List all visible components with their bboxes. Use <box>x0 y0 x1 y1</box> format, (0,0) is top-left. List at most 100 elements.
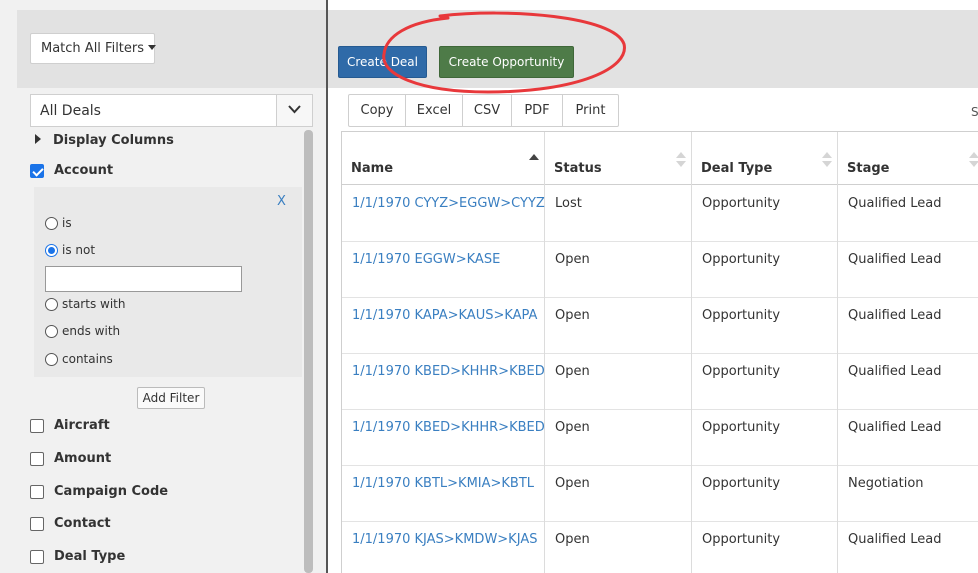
deal-type-checkbox[interactable] <box>30 549 44 564</box>
table-row[interactable]: 1/1/1970 KJAS>KMDW>KJAS Open Opportunity Qu… <box>342 522 978 573</box>
chevron-down-icon <box>288 105 301 114</box>
operator-label: is not <box>62 243 96 257</box>
operator-option-ends-with[interactable]: ends with <box>45 324 120 338</box>
filter-field-aircraft[interactable]: Aircraft <box>30 418 110 433</box>
operator-option-starts-with[interactable]: starts with <box>45 297 125 311</box>
campaign-code-checkbox[interactable] <box>30 484 44 499</box>
table-row[interactable]: 1/1/1970 KAPA>KAUS>KAPA Open Opportunity Qu… <box>342 298 978 354</box>
deal-name-link[interactable]: 1/1/1970 KAPA>KAUS>KAPA <box>352 308 537 323</box>
deal-name-link[interactable]: 1/1/1970 KBTL>KMIA>KBTL <box>352 476 534 491</box>
deal-type-cell: Opportunity <box>702 364 781 379</box>
operator-option-contains[interactable]: contains <box>45 352 113 366</box>
account-checkbox[interactable] <box>30 163 44 178</box>
stage-cell: Qualified Lead <box>838 242 978 298</box>
status-cell: Open <box>555 252 590 267</box>
status-cell: Open <box>545 410 692 466</box>
radio-ends-with[interactable] <box>45 324 58 338</box>
column-header-deal-type[interactable]: Deal Type <box>692 132 838 188</box>
status-cell: Open <box>555 308 590 323</box>
radio-is-not[interactable] <box>45 243 58 257</box>
sort-icon <box>822 152 832 168</box>
excel-button[interactable]: Excel <box>406 95 463 126</box>
status-cell: Lost <box>545 186 692 242</box>
column-header-label: Deal Type <box>701 161 773 176</box>
view-select-toggle[interactable] <box>276 95 312 126</box>
filter-field-contact[interactable]: Contact <box>30 516 111 531</box>
csv-button[interactable]: CSV <box>463 95 512 126</box>
display-columns-toggle[interactable]: Display Columns <box>35 133 174 148</box>
deal-name-cell: 1/1/1970 KBED>KHHR>KBED <box>342 354 545 410</box>
column-header-name[interactable]: Name <box>342 132 545 188</box>
copy-button[interactable]: Copy <box>349 95 406 126</box>
filter-field-account[interactable]: Account <box>30 163 113 178</box>
stage-cell: Qualified Lead <box>838 298 978 354</box>
contact-checkbox[interactable] <box>30 516 44 531</box>
amount-checkbox[interactable] <box>30 451 44 466</box>
stage-cell: Qualified Lead <box>838 354 978 410</box>
operator-option-is[interactable]: is <box>45 216 72 230</box>
view-select-value: All Deals <box>40 103 101 119</box>
field-label: Aircraft <box>54 418 110 433</box>
stage-cell: Qualified Lead <box>838 522 978 573</box>
deal-name-cell: 1/1/1970 CYYZ>EGGW>CYYZ <box>342 186 545 242</box>
deals-table: Name Status Deal Type Stage 1/1/1970 CYY… <box>341 131 978 573</box>
filter-field-deal-type[interactable]: Deal Type <box>30 549 125 564</box>
deal-type-cell: Opportunity <box>702 532 781 547</box>
highlight-ellipse <box>382 11 626 94</box>
table-row[interactable]: 1/1/1970 KBED>KHHR>KBED Open Opportunity Qu… <box>342 354 978 410</box>
status-cell: Open <box>545 298 692 354</box>
deal-name-link[interactable]: 1/1/1970 KBED>KHHR>KBED <box>352 420 545 435</box>
stage-cell: Qualified Lead <box>848 532 942 547</box>
stage-cell: Qualified Lead <box>838 186 978 242</box>
status-cell: Open <box>555 420 590 435</box>
radio-starts-with[interactable] <box>45 297 58 311</box>
table-row[interactable]: 1/1/1970 EGGW>KASE Open Opportunity Qualifi… <box>342 242 978 298</box>
column-header-stage[interactable]: Stage <box>838 132 978 188</box>
status-cell: Open <box>545 522 692 573</box>
match-all-filters-dropdown[interactable]: Match All Filters <box>30 33 157 64</box>
view-select[interactable]: All Deals <box>30 94 313 127</box>
deal-type-cell: Opportunity <box>692 298 838 354</box>
sort-icon <box>969 152 978 168</box>
column-header-status[interactable]: Status <box>545 132 692 188</box>
filter-value-input[interactable] <box>45 266 242 292</box>
deal-name-link[interactable]: 1/1/1970 KBED>KHHR>KBED <box>352 364 545 379</box>
deal-type-cell: Opportunity <box>692 522 838 573</box>
match-filters-label: Match All Filters <box>41 41 145 56</box>
print-button[interactable]: Print <box>563 95 618 126</box>
deal-name-link[interactable]: 1/1/1970 KJAS>KMDW>KJAS <box>352 532 537 547</box>
deal-name-link[interactable]: 1/1/1970 EGGW>KASE <box>352 252 500 267</box>
status-cell: Open <box>555 364 590 379</box>
filter-field-amount[interactable]: Amount <box>30 451 111 466</box>
deal-type-cell: Opportunity <box>692 466 838 522</box>
stage-cell: Qualified Lead <box>848 420 942 435</box>
filter-field-campaign-code[interactable]: Campaign Code <box>30 484 168 499</box>
operator-option-is-not[interactable]: is not <box>45 243 95 257</box>
table-row[interactable]: 1/1/1970 KBTL>KMIA>KBTL Open Opportunity Ne… <box>342 466 978 522</box>
deal-name-cell: 1/1/1970 KBED>KHHR>KBED <box>342 410 545 466</box>
table-row[interactable]: 1/1/1970 KBED>KHHR>KBED Open Opportunity Qu… <box>342 410 978 466</box>
deal-type-cell: Opportunity <box>702 252 781 267</box>
table-row[interactable]: 1/1/1970 CYYZ>EGGW>CYYZ Lost Opportunity Qu… <box>342 186 978 242</box>
filter-panel-scrollbar[interactable] <box>304 130 313 573</box>
radio-is[interactable] <box>45 216 58 230</box>
account-label: Account <box>54 163 114 178</box>
operator-label: is <box>62 216 72 230</box>
aircraft-checkbox[interactable] <box>30 418 44 433</box>
deal-type-cell: Opportunity <box>692 410 838 466</box>
stage-cell: Qualified Lead <box>838 410 978 466</box>
deal-type-cell: Opportunity <box>702 308 781 323</box>
filter-close-button[interactable]: X <box>277 194 286 209</box>
status-cell: Open <box>555 476 590 491</box>
deal-type-cell: Opportunity <box>702 476 781 491</box>
stage-cell: Qualified Lead <box>848 364 942 379</box>
stage-cell: Qualified Lead <box>848 308 942 323</box>
field-label: Campaign Code <box>54 484 169 499</box>
radio-contains[interactable] <box>45 352 58 366</box>
field-label: Contact <box>54 516 111 531</box>
deal-name-link[interactable]: 1/1/1970 CYYZ>EGGW>CYYZ <box>352 196 545 211</box>
pdf-button[interactable]: PDF <box>512 95 563 126</box>
search-label: S <box>971 105 978 119</box>
operator-label: contains <box>62 352 113 366</box>
add-filter-button[interactable]: Add Filter <box>137 387 205 409</box>
